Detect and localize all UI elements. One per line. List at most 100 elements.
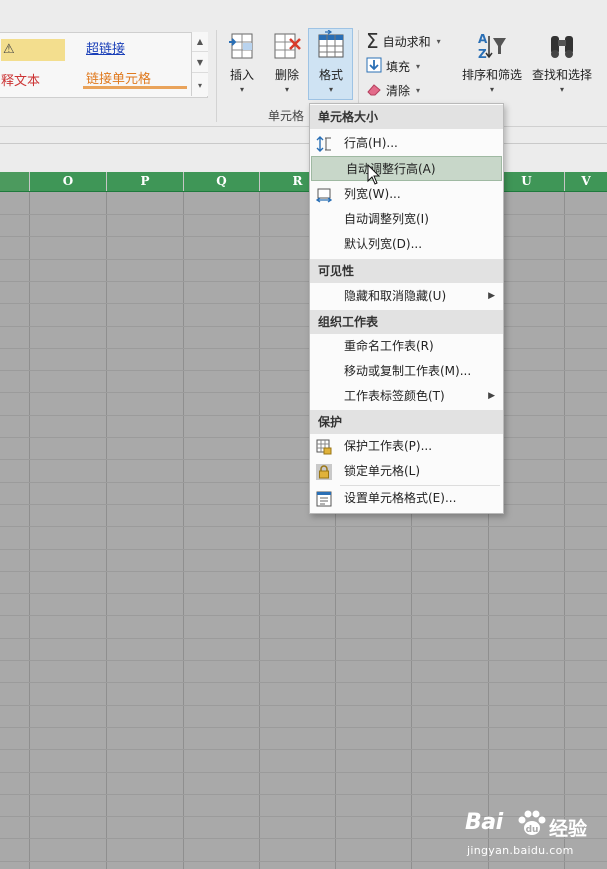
grid-row-line — [0, 638, 607, 639]
watermark-logo-text: Bai — [465, 810, 503, 835]
formula-bar-line[interactable] — [0, 143, 607, 144]
formula-bar-area — [0, 128, 607, 172]
menu-section-cell-size: 单元格大小 — [310, 105, 503, 129]
column-header-row: O P Q R S T U V — [0, 172, 607, 192]
sort-filter-button[interactable]: A Z 排序和筛选 ▾ — [458, 30, 526, 98]
protect-sheet-icon — [316, 439, 332, 455]
chevron-down-icon: ▾ — [416, 61, 421, 71]
menu-item-lock-cell[interactable]: 锁定单元格(L) — [310, 459, 503, 484]
menu-item-tab-color[interactable]: 工作表标签颜色(T) ▶ — [310, 384, 503, 409]
grid-column-line — [183, 192, 184, 869]
worksheet-grid[interactable] — [0, 192, 607, 869]
binoculars-icon — [546, 30, 578, 62]
column-header[interactable]: V — [564, 172, 607, 191]
fill-down-icon — [366, 57, 382, 76]
column-width-icon — [315, 187, 333, 203]
gallery-down-icon[interactable]: ▼ — [192, 53, 208, 73]
chevron-down-icon: ▾ — [559, 85, 564, 94]
menu-item-hide-unhide[interactable]: 隐藏和取消隐藏(U) ▶ — [310, 284, 503, 309]
menu-item-default-width[interactable]: 默认列宽(D)... — [310, 232, 503, 257]
gallery-scroller: ▲ ▼ ▾ — [191, 32, 208, 96]
menu-item-label: 自动调整列宽(I) — [344, 212, 429, 226]
chevron-down-icon: ▾ — [489, 85, 494, 94]
grid-column-line — [29, 192, 30, 869]
menu-item-autofit-column-width[interactable]: 自动调整列宽(I) — [310, 207, 503, 232]
insert-cells-icon — [226, 30, 258, 62]
menu-item-label: 保护工作表(P)... — [344, 439, 433, 453]
watermark-logo-suffix: 经验 — [549, 818, 588, 840]
menu-item-autofit-row-height[interactable]: 自动调整行高(A) — [311, 156, 502, 181]
gallery-more-icon[interactable]: ▾ — [192, 75, 208, 95]
menu-item-row-height[interactable]: 行高(H)... — [310, 131, 503, 156]
delete-button[interactable]: 删除 ▾ — [269, 30, 305, 98]
grid-row-line — [0, 526, 607, 527]
grid-column-line — [259, 192, 260, 869]
fill-button[interactable]: 填充 ▾ — [366, 55, 420, 77]
grid-column-line — [106, 192, 107, 869]
fill-label: 填充 — [386, 59, 411, 74]
autosum-button[interactable]: Σ 自动求和 ▾ — [366, 30, 441, 52]
menu-item-column-width[interactable]: 列宽(W)... — [310, 182, 503, 207]
menu-section-organize-sheets: 组织工作表 — [310, 310, 503, 334]
cells-group-label: 单元格 — [268, 109, 305, 123]
menu-item-label: 列宽(W)... — [344, 187, 401, 201]
menu-item-label: 移动或复制工作表(M)... — [344, 364, 472, 378]
format-dropdown-menu: 单元格大小 行高(H)... 自动调整行高(A) 列宽(W)... 自动调整列宽… — [309, 103, 504, 514]
menu-item-label: 设置单元格格式(E)... — [344, 491, 457, 505]
grid-row-line — [0, 370, 607, 371]
sort-filter-icon: A Z — [476, 30, 508, 62]
grid-row-line — [0, 794, 607, 795]
insert-button[interactable]: 插入 ▾ — [224, 30, 260, 98]
lock-cell-icon — [316, 464, 332, 480]
format-label: 格式 — [318, 68, 343, 82]
chevron-down-icon: ▾ — [328, 85, 333, 94]
grid-row-line — [0, 214, 607, 215]
menu-item-rename-sheet[interactable]: 重命名工作表(R) — [310, 334, 503, 359]
column-header-n-partial[interactable] — [0, 172, 29, 191]
chevron-down-icon: ▾ — [284, 85, 289, 94]
grid-row-line — [0, 571, 607, 572]
menu-item-label: 隐藏和取消隐藏(U) — [344, 289, 447, 303]
style-hyperlink[interactable]: 超链接 — [86, 39, 125, 61]
submenu-arrow-icon: ▶ — [488, 391, 495, 401]
watermark-url: jingyan.baidu.com — [467, 844, 574, 857]
svg-text:du: du — [526, 825, 539, 835]
clear-label: 清除 — [386, 83, 411, 98]
grid-row-line — [0, 482, 607, 483]
menu-item-label: 自动调整行高(A) — [346, 162, 436, 176]
sort-filter-label: 排序和筛选 — [461, 68, 522, 82]
group-separator — [216, 30, 217, 122]
grid-row-line — [0, 348, 607, 349]
menu-item-format-cells[interactable]: 设置单元格格式(E)... — [310, 486, 503, 511]
menu-item-move-copy-sheet[interactable]: 移动或复制工作表(M)... — [310, 359, 503, 384]
ribbon: ⚠ 释文本 超链接 链接单元格 ▲ ▼ ▾ 插入 ▾ 删除 ▾ 格式 ▾ 单元格… — [0, 0, 607, 128]
clear-button[interactable]: 清除 ▾ — [366, 79, 420, 101]
menu-item-label: 默认列宽(D)... — [344, 237, 423, 251]
menu-item-label: 重命名工作表(R) — [344, 339, 434, 353]
find-select-button[interactable]: 查找和选择 ▾ — [528, 30, 596, 98]
menu-item-label: 工作表标签颜色(T) — [344, 389, 445, 403]
grid-row-line — [0, 682, 607, 683]
style-explanatory-text[interactable]: 释文本 — [1, 71, 40, 93]
menu-item-protect-sheet[interactable]: 保护工作表(P)... — [310, 434, 503, 459]
column-header[interactable]: Q — [183, 172, 259, 191]
delete-label: 删除 — [274, 68, 299, 82]
ribbon-bottom-rule — [0, 126, 607, 127]
paw-icon: du — [518, 810, 546, 835]
autosum-label: 自动求和 — [382, 34, 431, 49]
gallery-up-icon[interactable]: ▲ — [192, 32, 208, 52]
menu-section-visibility: 可见性 — [310, 259, 503, 283]
linked-cell-underline — [83, 86, 187, 89]
row-height-icon — [316, 136, 332, 152]
format-button[interactable]: 格式 ▾ — [312, 29, 350, 98]
grid-row-line — [0, 415, 607, 416]
grid-row-line — [0, 749, 607, 750]
chevron-down-icon: ▾ — [436, 36, 441, 46]
column-header[interactable]: P — [106, 172, 183, 191]
menu-item-label: 行高(H)... — [344, 136, 398, 150]
column-header[interactable]: O — [29, 172, 106, 191]
grid-row-line — [0, 615, 607, 616]
grid-row-line — [0, 303, 607, 304]
grid-row-line — [0, 660, 607, 661]
grid-row-line — [0, 392, 607, 393]
